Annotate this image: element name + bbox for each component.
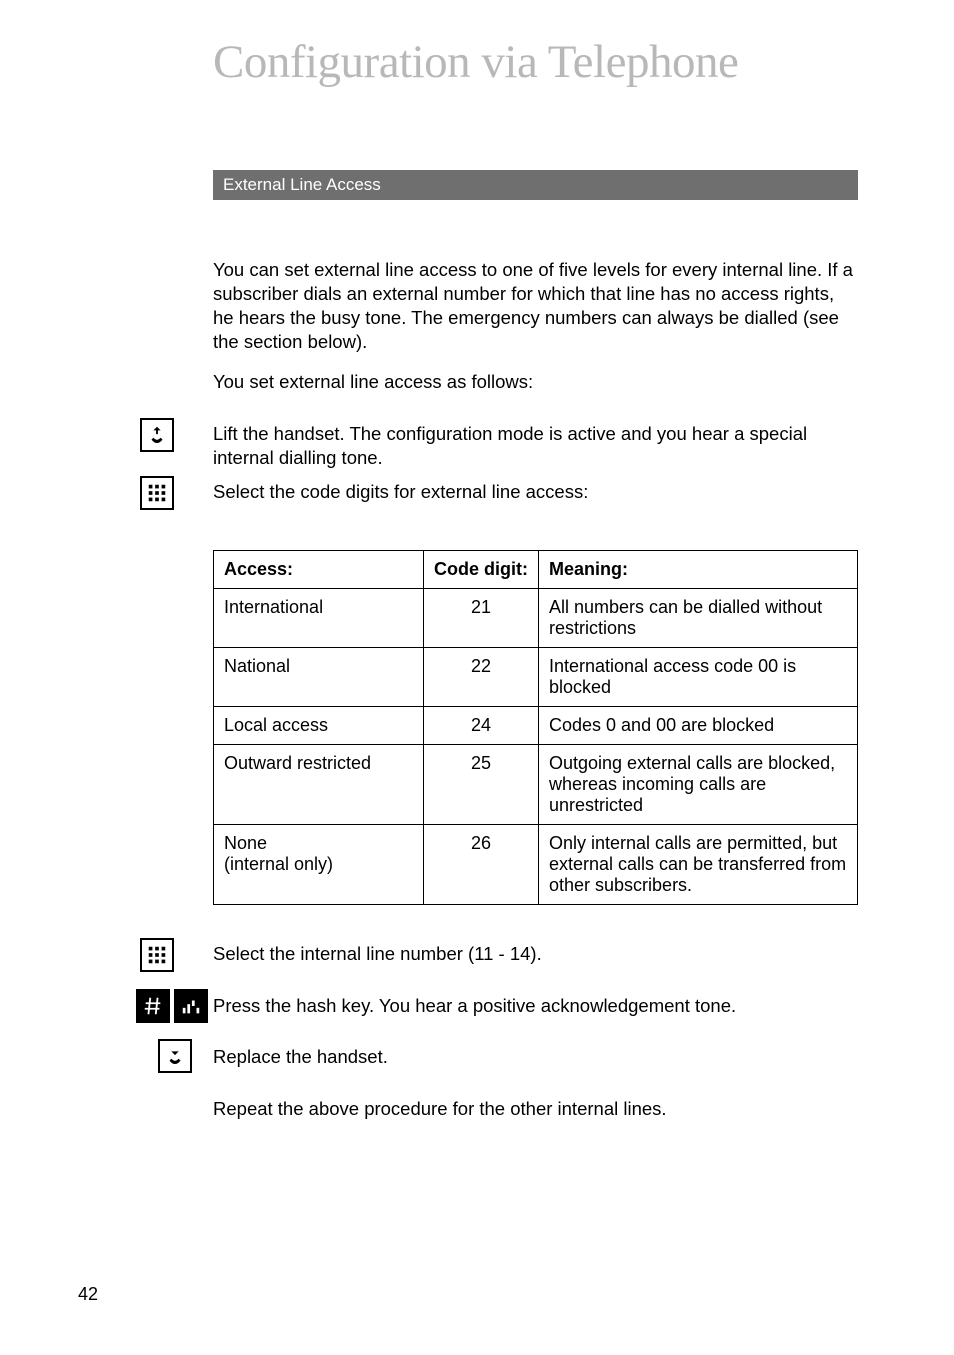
- page-title: Configuration via Telephone: [213, 35, 738, 89]
- table-row: None (internal only) 26 Only internal ca…: [214, 825, 858, 905]
- cell-meaning: Outgoing external calls are blocked, whe…: [539, 745, 858, 825]
- cell-access: Outward restricted: [214, 745, 424, 825]
- cell-access: International: [214, 589, 424, 648]
- hash-ack-icon-row: [136, 989, 208, 1023]
- section-header-bar: External Line Access: [213, 170, 858, 200]
- cell-code: 24: [424, 707, 539, 745]
- cell-code: 25: [424, 745, 539, 825]
- section-header-label: External Line Access: [223, 175, 381, 195]
- th-meaning: Meaning:: [539, 551, 858, 589]
- replace-handset-icon: [158, 1039, 192, 1073]
- table-row: Outward restricted 25 Outgoing external …: [214, 745, 858, 825]
- step-select-code: Select the code digits for external line…: [213, 480, 858, 504]
- cell-meaning: Only internal calls are permitted, but e…: [539, 825, 858, 905]
- cell-meaning: International access code 00 is blocked: [539, 648, 858, 707]
- th-access: Access:: [214, 551, 424, 589]
- table-header-row: Access: Code digit: Meaning:: [214, 551, 858, 589]
- cell-meaning: All numbers can be dialled without restr…: [539, 589, 858, 648]
- ack-tone-icon: [174, 989, 208, 1023]
- lead-paragraph: You set external line access as follows:: [213, 370, 858, 394]
- lift-handset-icon: [140, 418, 174, 452]
- cell-access: National: [214, 648, 424, 707]
- cell-code: 21: [424, 589, 539, 648]
- step-select-line: Select the internal line number (11 - 14…: [213, 942, 858, 966]
- cell-access: None (internal only): [214, 825, 424, 905]
- cell-meaning: Codes 0 and 00 are blocked: [539, 707, 858, 745]
- intro-paragraph: You can set external line access to one …: [213, 258, 858, 354]
- th-code: Code digit:: [424, 551, 539, 589]
- step-repeat: Repeat the above procedure for the other…: [213, 1097, 858, 1121]
- step-press-hash: Press the hash key. You hear a positive …: [213, 994, 858, 1018]
- table-row: Local access 24 Codes 0 and 00 are block…: [214, 707, 858, 745]
- access-table: Access: Code digit: Meaning: Internation…: [213, 550, 858, 905]
- table-row: International 21 All numbers can be dial…: [214, 589, 858, 648]
- step-lift-handset: Lift the handset. The configuration mode…: [213, 422, 858, 470]
- step-replace-handset: Replace the handset.: [213, 1045, 858, 1069]
- table-row: National 22 International access code 00…: [214, 648, 858, 707]
- cell-code: 22: [424, 648, 539, 707]
- cell-code: 26: [424, 825, 539, 905]
- hash-key-icon: [136, 989, 170, 1023]
- cell-access: Local access: [214, 707, 424, 745]
- page-number: 42: [78, 1284, 98, 1305]
- keypad-icon: [140, 938, 174, 972]
- keypad-icon: [140, 476, 174, 510]
